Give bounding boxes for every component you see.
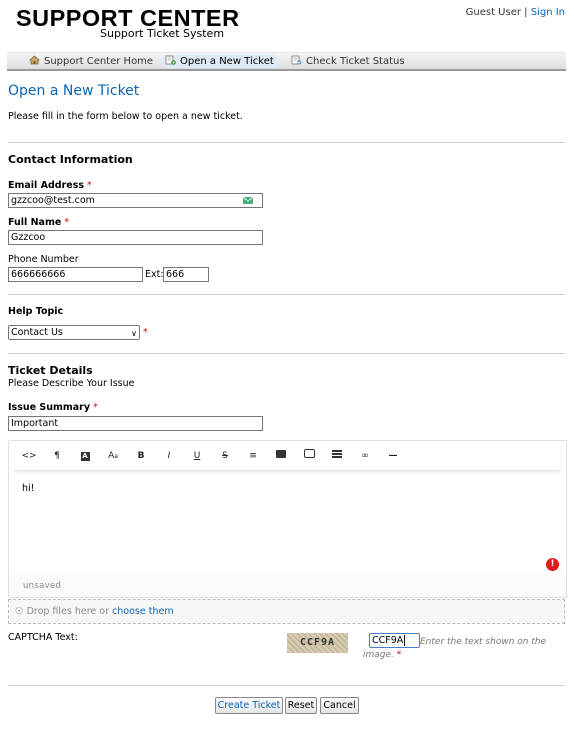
image-icon[interactable]	[273, 449, 289, 463]
logo-subtitle: Support Ticket System	[100, 27, 225, 40]
captcha-hint-row: Enter the text shown on the image. *	[363, 636, 558, 662]
video-icon[interactable]	[301, 449, 317, 463]
reset-button[interactable]: Reset	[285, 697, 317, 714]
strikethrough-icon[interactable]: S	[217, 449, 233, 463]
nav-home[interactable]: Support Center Home	[25, 55, 159, 68]
link-icon[interactable]: ∞	[357, 449, 373, 463]
captcha-hint: Enter the text shown on the image.	[363, 637, 547, 660]
upload-icon: ☉	[15, 606, 24, 617]
cancel-button[interactable]: Cancel	[320, 697, 359, 714]
home-icon	[29, 55, 40, 65]
required-mark: *	[64, 217, 70, 228]
underline-icon[interactable]: U	[189, 449, 205, 463]
list-icon[interactable]: ≡	[245, 449, 261, 463]
create-ticket-button[interactable]: Create Ticket	[215, 697, 283, 714]
ext-label: Ext:	[145, 269, 164, 280]
new-ticket-icon	[165, 55, 176, 65]
required-mark: *	[93, 402, 98, 413]
table-icon[interactable]	[329, 449, 345, 463]
separator: |	[524, 7, 528, 18]
name-label: Full Name	[8, 217, 62, 228]
nav-home-label: Support Center Home	[44, 56, 154, 67]
ext-field[interactable]: 666	[163, 267, 209, 282]
editor-toolbar: <> ¶ A Aa B I U S ≡ ∞ —	[15, 443, 560, 471]
nav-new-ticket[interactable]: Open a New Ticket	[161, 55, 280, 68]
captcha-label: CAPTCHA Text:	[8, 632, 78, 643]
main-nav: Support Center Home Open a New Ticket Ch…	[7, 52, 566, 71]
page-intro: Please fill in the form below to open a …	[8, 111, 243, 122]
ext-value: 666	[166, 269, 185, 280]
issue-summary-value: Important	[11, 418, 59, 429]
sign-in-link[interactable]: Sign In	[531, 7, 565, 18]
ticket-status-icon	[291, 55, 302, 65]
paragraph-icon[interactable]: ¶	[49, 449, 65, 463]
full-name-field[interactable]: Gzzcoo	[8, 230, 263, 245]
captcha-image: CCF9A	[287, 633, 348, 653]
required-mark: *	[143, 327, 148, 338]
help-topic-heading: Help Topic	[8, 306, 64, 317]
rich-text-editor[interactable]: <> ¶ A Aa B I U S ≡ ∞ — hi! ! unsaved	[8, 440, 567, 598]
bold-icon[interactable]: B	[133, 449, 149, 463]
editor-content[interactable]: hi!	[22, 483, 34, 494]
contact-heading: Contact Information	[8, 153, 133, 166]
editor-footer	[9, 575, 566, 597]
file-drop-zone[interactable]: ☉ Drop files here or choose them	[8, 599, 565, 624]
editor-status: unsaved	[23, 581, 62, 591]
choose-files-link[interactable]: choose them	[112, 606, 174, 617]
summary-label: Issue Summary	[8, 402, 91, 413]
full-name-value: Gzzcoo	[11, 232, 46, 243]
required-mark: *	[396, 650, 402, 660]
drop-text: Drop files here or	[26, 606, 110, 617]
error-icon: !	[546, 558, 559, 571]
nav-new-ticket-label: Open a New Ticket	[180, 56, 274, 67]
guest-user-label: Guest User	[465, 7, 521, 18]
font-size-icon[interactable]: Aa	[105, 449, 121, 463]
help-topic-select[interactable]: Contact Us ∨	[8, 325, 140, 340]
help-topic-value: Contact Us	[11, 327, 63, 338]
user-bar: Guest User | Sign In	[466, 7, 565, 18]
email-label: Email Address	[8, 180, 85, 191]
divider	[8, 685, 565, 686]
email-icon	[243, 197, 253, 204]
divider	[8, 353, 565, 354]
phone-value: 666666666	[11, 269, 66, 280]
horizontal-rule-icon[interactable]: —	[385, 449, 401, 463]
email-value: gzzcoo@test.com	[11, 195, 95, 206]
divider	[8, 294, 565, 295]
divider	[8, 142, 565, 143]
email-label-row: Email Address *	[8, 180, 92, 191]
phone-label: Phone Number	[8, 254, 79, 265]
required-mark: *	[87, 180, 92, 191]
nav-check-status[interactable]: Check Ticket Status	[287, 55, 411, 68]
page-title: Open a New Ticket	[8, 83, 140, 99]
ticket-details-subheading: Please Describe Your Issue	[8, 378, 135, 389]
chevron-down-icon: ∨	[131, 329, 137, 338]
code-view-icon[interactable]: <>	[21, 449, 37, 463]
font-color-icon[interactable]: A	[77, 449, 93, 463]
issue-summary-field[interactable]: Important	[8, 416, 263, 431]
italic-icon[interactable]: I	[161, 449, 177, 463]
summary-label-row: Issue Summary *	[8, 402, 98, 413]
email-field[interactable]: gzzcoo@test.com	[8, 193, 263, 208]
nav-check-status-label: Check Ticket Status	[306, 56, 405, 67]
phone-field[interactable]: 666666666	[8, 267, 143, 282]
ticket-details-heading: Ticket Details	[8, 364, 93, 377]
name-label-row: Full Name *	[8, 217, 69, 228]
